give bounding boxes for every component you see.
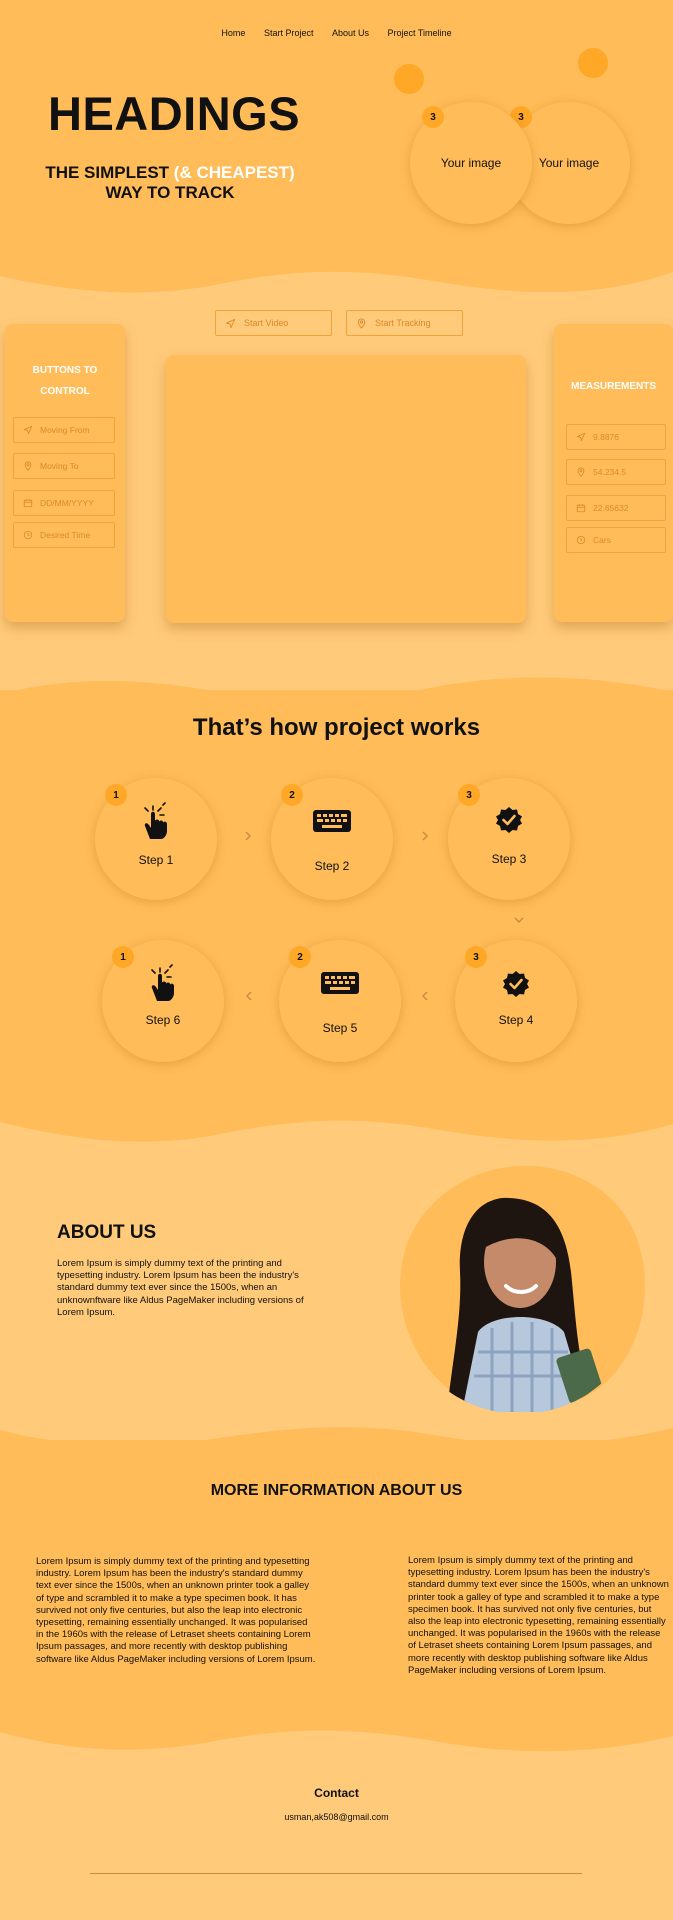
- chevron-right-icon: [422, 831, 428, 841]
- how-wave-top: [0, 677, 673, 712]
- hand-tap-icon: [102, 964, 224, 1002]
- step-3-card: 3 Step 3: [448, 778, 570, 900]
- measurements-panel: MEASUREMENTS 9.8876 54.234.5 22.65632 Ca…: [554, 324, 673, 622]
- location-pin-icon: [357, 318, 366, 329]
- tagline-text-1: THE SIMPLEST: [45, 163, 174, 182]
- more-wave-top: [0, 1427, 673, 1454]
- chevron-down-icon: [514, 917, 524, 923]
- start-tracking-label: Start Tracking: [375, 318, 431, 328]
- step-label: Step 2: [314, 859, 350, 873]
- control-title-line-1: BUTTONS TO: [32, 365, 98, 376]
- date-placeholder: DD/MM/YYYY: [40, 498, 94, 508]
- control-panel: BUTTONS TO CONTROL Moving From Moving To…: [5, 324, 125, 622]
- hero-heading: HEADINGS: [48, 87, 301, 140]
- send-icon: [225, 318, 236, 328]
- start-video-label: Start Video: [244, 318, 289, 328]
- top-nav: Home Start Project About Us Project Time…: [0, 28, 673, 38]
- nav-home[interactable]: Home: [221, 28, 245, 38]
- how-wave-bottom: [0, 1108, 673, 1142]
- measurement-value: 54.234.5: [593, 467, 627, 477]
- desired-time-input[interactable]: Desired Time: [13, 522, 115, 548]
- decorative-dot: [394, 64, 424, 94]
- nav-about-us[interactable]: About Us: [332, 28, 369, 38]
- about-portrait-image: [400, 1165, 645, 1412]
- location-pin-icon: [577, 467, 585, 477]
- measurement-field[interactable]: 22.65632: [566, 495, 666, 521]
- contact-email-link[interactable]: usman,ak508@gmail.com: [0, 1812, 673, 1822]
- more-info-title: MORE INFORMATION ABOUT US: [210, 1482, 463, 1499]
- desired-time-placeholder: Desired Time: [40, 530, 91, 540]
- verified-badge-icon: [455, 970, 577, 998]
- hero-tagline: THE SIMPLEST (& CHEAPEST) WAY TO TRACK: [0, 163, 340, 203]
- step-badge: 3: [458, 784, 480, 806]
- measurement-value: 22.65632: [593, 503, 629, 513]
- measurement-value: 9.8876: [593, 432, 619, 442]
- moving-to-input[interactable]: Moving To: [13, 453, 115, 479]
- control-title-line-2: CONTROL: [40, 386, 90, 397]
- clock-icon: [23, 530, 33, 540]
- step-1-card: 1 Step 1: [95, 778, 217, 900]
- about-title: ABOUT US: [57, 1222, 157, 1243]
- moving-to-placeholder: Moving To: [40, 461, 79, 471]
- measurement-field[interactable]: 9.8876: [566, 424, 666, 450]
- measurement-field[interactable]: Cars: [566, 527, 666, 553]
- step-6-card: 1 Step 6: [102, 940, 224, 1062]
- contact-title: Contact: [314, 1786, 359, 1800]
- step-4-card: 3 Step 4: [455, 940, 577, 1062]
- image-label: Your image: [440, 156, 502, 170]
- clock-icon: [576, 535, 586, 545]
- more-info-left-text: Lorem Ipsum is simply dummy text of the …: [36, 1556, 316, 1665]
- image-label: Your image: [538, 156, 600, 170]
- start-video-button[interactable]: Start Video: [215, 310, 332, 336]
- nav-project-timeline[interactable]: Project Timeline: [388, 28, 452, 38]
- start-tracking-button[interactable]: Start Tracking: [346, 310, 463, 336]
- measurement-field[interactable]: 54.234.5: [566, 459, 666, 485]
- send-icon: [576, 432, 586, 442]
- decorative-dot: [578, 48, 608, 78]
- moving-from-placeholder: Moving From: [40, 425, 90, 435]
- tagline-text-2: WAY TO TRACK: [105, 183, 235, 202]
- date-input[interactable]: DD/MM/YYYY: [13, 490, 115, 516]
- more-wave-bottom: [0, 1718, 673, 1752]
- step-label: Step 1: [138, 853, 174, 867]
- step-label: Step 4: [498, 1013, 534, 1027]
- image-badge: 3: [422, 106, 444, 128]
- send-icon: [23, 425, 33, 435]
- location-pin-icon: [24, 461, 32, 471]
- chevron-left-icon: [246, 991, 252, 1001]
- step-badge: 2: [289, 946, 311, 968]
- how-it-works-title: That’s how project works: [192, 714, 481, 741]
- control-panel-title: BUTTONS TO CONTROL: [5, 360, 125, 402]
- moving-from-input[interactable]: Moving From: [13, 417, 115, 443]
- video-area[interactable]: [166, 355, 526, 623]
- verified-badge-icon: [448, 806, 570, 834]
- more-info-right-text: Lorem Ipsum is simply dummy text of the …: [408, 1555, 669, 1676]
- calendar-icon: [576, 504, 586, 513]
- tagline-highlight: (& CHEAPEST): [173, 163, 295, 182]
- keyboard-icon: [279, 970, 401, 996]
- keyboard-icon: [271, 808, 393, 834]
- measurement-value: Cars: [593, 535, 611, 545]
- calendar-icon: [23, 499, 33, 508]
- step-label: Step 3: [491, 852, 527, 866]
- step-badge: 3: [465, 946, 487, 968]
- hand-tap-icon: [95, 802, 217, 840]
- step-label: Step 6: [145, 1013, 181, 1027]
- footer-divider: [90, 1873, 582, 1874]
- measurements-title: MEASUREMENTS: [570, 381, 656, 392]
- chevron-right-icon: [245, 831, 251, 841]
- chevron-left-icon: [422, 991, 428, 1001]
- hero-wave-divider: [0, 258, 673, 293]
- nav-start-project[interactable]: Start Project: [264, 28, 314, 38]
- step-2-card: 2 Step 2: [271, 778, 393, 900]
- step-badge: 2: [281, 784, 303, 806]
- about-text: Lorem Ipsum is simply dummy text of the …: [57, 1258, 304, 1318]
- step-5-card: 2 Step 5: [279, 940, 401, 1062]
- step-label: Step 5: [322, 1021, 358, 1035]
